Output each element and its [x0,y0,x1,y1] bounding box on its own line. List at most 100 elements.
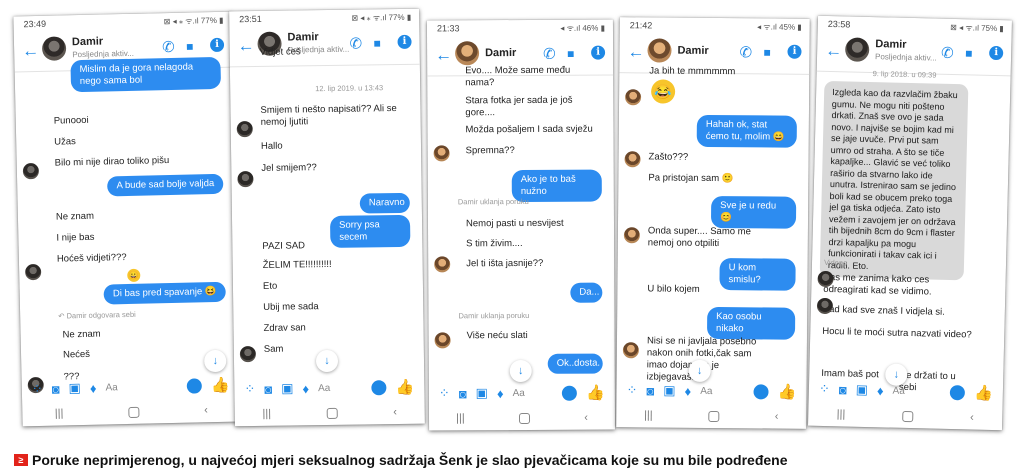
like-thumb-icon[interactable]: 👍 [586,384,605,402]
message-sent[interactable]: Naravno [359,192,410,214]
message-input[interactable]: Aa [892,385,904,396]
home-icon[interactable] [128,406,140,418]
message-sent[interactable]: Ok..dosta. [547,353,603,374]
message-received[interactable]: Hallo [261,141,283,153]
scroll-down-button[interactable]: ↓ [315,349,339,373]
scroll-down-button[interactable]: ↓ [203,349,227,373]
phone-call-icon[interactable]: ✆ [349,34,362,52]
back-arrow-icon[interactable]: ← [22,41,39,61]
back-arrow-icon[interactable]: ← [825,41,842,61]
microphone-icon[interactable]: ♦ [877,383,884,398]
phone-call-icon[interactable]: ✆ [162,38,175,56]
avatar[interactable] [41,36,67,61]
message-received[interactable]: Eto [263,281,277,293]
message-received[interactable]: Hoćeš vidjeti??? [57,252,127,266]
microphone-icon[interactable]: ♦ [302,381,309,396]
video-call-icon[interactable]: ■ [567,47,574,61]
message-received[interactable]: Hocu li te moći sutra nazvati video? [822,326,972,342]
message-received[interactable]: Bas me zanima kako ces odreagirati kad s… [823,272,974,300]
message-received[interactable]: Evo.... Može same među nama? [465,65,575,90]
message-received[interactable]: Spremna?? [466,145,515,157]
message-received[interactable]: Izgleda kao da razvlačim žbaku gumu. Ne … [819,80,969,281]
contact-name[interactable]: Damir [287,31,318,43]
message-received[interactable]: Smijem ti nešto napisati?? Ali se nemoj … [260,103,400,129]
info-icon[interactable]: i [209,37,225,53]
home-icon[interactable] [518,412,530,424]
recents-icon[interactable]: ||| [837,408,846,420]
message-received[interactable]: Sam [264,344,284,356]
message-input[interactable]: Aa [318,382,330,393]
camera-icon[interactable]: ◙ [646,383,654,398]
info-icon[interactable]: i [591,45,606,60]
info-icon[interactable]: i [787,44,802,59]
image-icon[interactable]: ▣ [281,380,294,396]
avatar[interactable] [647,38,672,63]
phone-call-icon[interactable]: ✆ [739,43,752,61]
message-received[interactable]: Jel smijem?? [261,162,317,175]
message-received[interactable]: Jel ti išta jasnije?? [466,258,543,270]
message-received[interactable]: Zdrav san [263,322,305,335]
message-received[interactable]: Bilo mi nije dirao toliko pišu [55,154,235,170]
video-call-icon[interactable]: ■ [965,46,973,60]
message-input[interactable]: Aa [700,385,712,396]
avatar[interactable] [844,37,870,62]
message-received[interactable]: Možda pošaljem I sada svježu [465,124,592,137]
image-icon[interactable]: ▣ [68,380,81,396]
message-sent[interactable]: U kom smislu? [719,258,796,291]
emoji-picker-icon[interactable] [562,385,578,401]
like-thumb-icon[interactable]: 👍 [974,384,993,402]
message-received[interactable]: Ne znam [62,329,100,342]
emoji-picker-icon[interactable] [186,377,203,394]
nav-back-icon[interactable]: ‹ [775,411,779,423]
back-arrow-icon[interactable]: ← [435,45,452,65]
apps-grid-icon[interactable]: ⁘ [819,381,830,397]
message-sent[interactable]: A bude sad bolje valjda [107,173,224,197]
message-received[interactable]: Sad kad sve znaš I vidjela si. [823,304,945,319]
emoji-picker-icon[interactable] [950,384,966,400]
nav-back-icon[interactable]: ‹ [393,406,397,418]
message-received[interactable]: Užas [54,136,76,148]
phone-call-icon[interactable]: ✆ [543,45,556,63]
recents-icon[interactable]: ||| [55,407,64,419]
message-received[interactable]: ŽELIM TE!!!!!!!!!! [263,259,332,272]
back-arrow-icon[interactable]: ← [627,42,644,62]
apps-grid-icon[interactable]: ⁘ [439,385,450,401]
message-sent[interactable]: Sorry psa secem [329,214,411,248]
back-arrow-icon[interactable]: ← [237,36,254,56]
message-received[interactable]: Pa pristojan sam 🙂 [648,172,733,185]
message-received[interactable]: S tim živim.... [466,238,523,250]
like-thumb-icon[interactable]: 👍 [778,383,797,401]
message-received[interactable]: Stara fotka jer sada je još gore.... [465,95,575,120]
message-input[interactable]: Aa [105,382,117,393]
like-thumb-icon[interactable]: 👍 [211,376,230,394]
home-icon[interactable] [326,407,338,419]
camera-icon[interactable]: ◙ [264,381,272,396]
message-received[interactable]: Ubij me sada [263,301,319,314]
message-received[interactable]: Ja bih te mmmmmm [649,65,735,78]
phone-call-icon[interactable]: ✆ [941,44,954,62]
message-received[interactable]: Zašto??? [649,151,689,163]
recents-icon[interactable]: ||| [456,412,465,424]
video-call-icon[interactable]: ■ [373,36,380,50]
message-received[interactable]: Ne znam [56,211,94,224]
message-sent[interactable]: Sve je u redu 😊 [710,195,797,229]
message-received[interactable]: Nemoj pasti u nesvijest [466,218,564,231]
emoji-picker-icon[interactable] [371,379,387,395]
info-icon[interactable]: i [397,34,412,49]
camera-icon[interactable]: ◙ [839,382,847,397]
apps-grid-icon[interactable]: ⁘ [244,381,255,397]
video-call-icon[interactable]: ■ [186,39,194,53]
nav-back-icon[interactable]: ‹ [204,404,208,416]
nav-back-icon[interactable]: ‹ [584,412,588,424]
emoji-picker-icon[interactable] [753,383,769,399]
nav-back-icon[interactable]: ‹ [970,412,974,424]
recents-icon[interactable]: ||| [644,409,653,421]
like-thumb-icon[interactable]: 👍 [396,378,415,396]
message-received[interactable]: PAZI SAD [262,240,305,253]
message-sent[interactable]: Di bas pred spavanje 😆 [103,281,226,305]
avatar[interactable] [455,41,480,66]
message-received[interactable]: Punoooi [54,115,89,128]
message-received[interactable]: I nije bas [56,232,94,245]
message-received[interactable]: Više neću slati [467,330,528,342]
home-icon[interactable] [708,410,720,422]
